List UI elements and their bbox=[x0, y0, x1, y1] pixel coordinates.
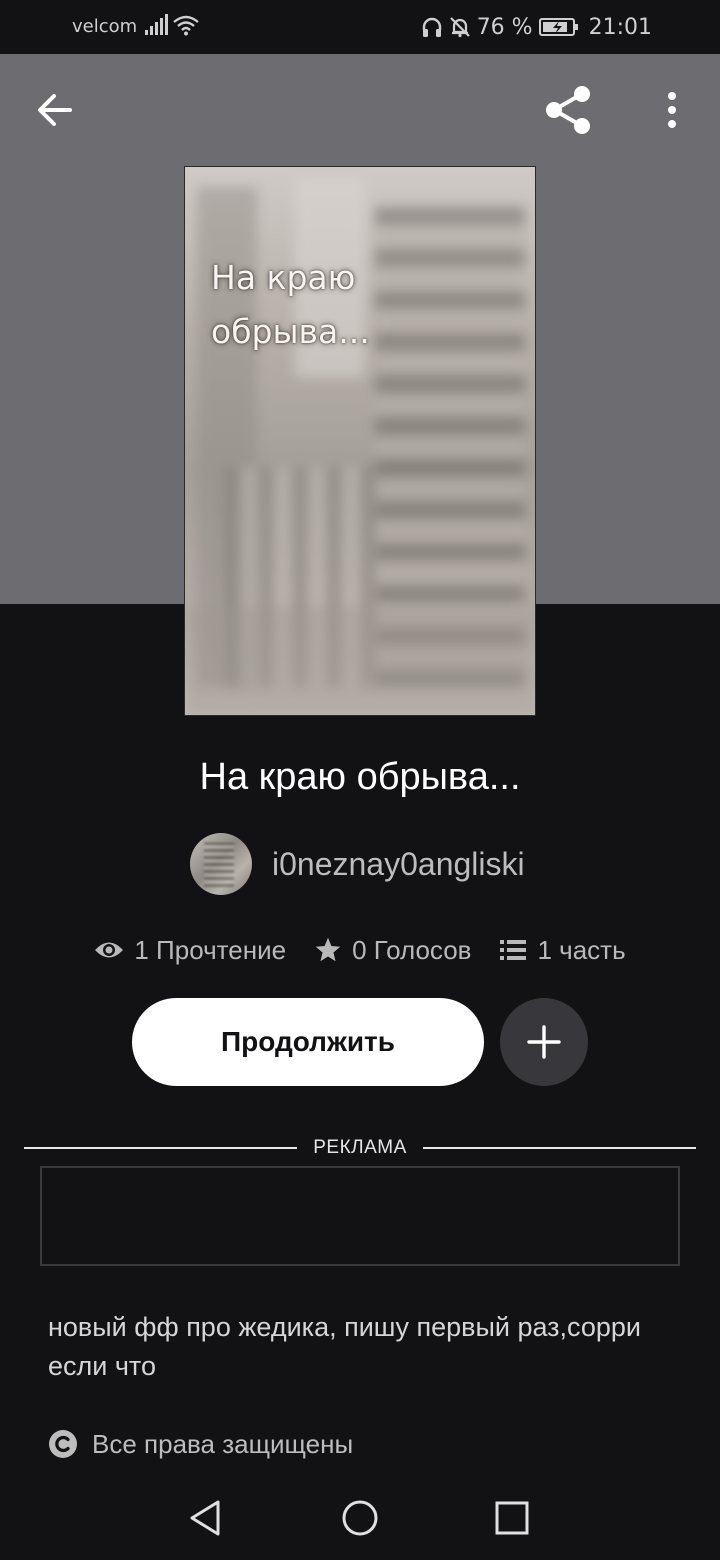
ad-label: РЕКЛАМА bbox=[313, 1137, 407, 1158]
reads-count: 1 Прочтение bbox=[134, 934, 287, 965]
author-name: i0neznay0angliski bbox=[272, 845, 525, 882]
reads-stat: 1 Прочтение bbox=[94, 935, 286, 966]
clock: 21:01 bbox=[588, 14, 652, 40]
back-button[interactable] bbox=[30, 86, 82, 134]
carrier-name: velcom bbox=[72, 16, 138, 37]
copyright-row: Все права защищены bbox=[48, 1426, 353, 1462]
headphones-icon bbox=[422, 17, 441, 37]
status-right: 76 % 21:01 bbox=[421, 12, 652, 42]
author-link[interactable]: i0neznay0angliski bbox=[190, 832, 525, 896]
plus-icon bbox=[527, 1025, 561, 1059]
parts-stat: 1 часть bbox=[499, 934, 626, 966]
copyright-icon bbox=[49, 1430, 77, 1458]
nav-home-icon[interactable] bbox=[340, 1498, 380, 1538]
status-bar: velcom 76 % 21:01 bbox=[0, 0, 720, 54]
star-icon bbox=[315, 937, 341, 962]
share-icon bbox=[546, 86, 590, 134]
story-cover[interactable]: На краю обрыва... bbox=[184, 166, 536, 716]
story-description: новый фф про жедика, пишу первый раз,сор… bbox=[48, 1312, 641, 1381]
ad-header: РЕКЛАМА bbox=[24, 1136, 696, 1160]
more-options-button[interactable] bbox=[650, 86, 694, 134]
nav-recent-apps-icon[interactable] bbox=[494, 1500, 530, 1536]
battery-percent: 76 % bbox=[476, 14, 533, 40]
battery-icon bbox=[538, 18, 578, 36]
cover-title: На краю обрыва... bbox=[211, 258, 370, 351]
wifi-icon bbox=[173, 15, 199, 36]
continue-reading-button[interactable]: Продолжить bbox=[132, 998, 484, 1086]
more-vertical-icon bbox=[668, 92, 676, 128]
divider bbox=[422, 1147, 696, 1149]
divider bbox=[24, 1147, 298, 1149]
votes-stat: 0 Голосов bbox=[314, 935, 471, 966]
ad-slot[interactable] bbox=[40, 1166, 680, 1266]
avatar bbox=[190, 833, 252, 895]
nav-back-icon[interactable] bbox=[186, 1498, 226, 1538]
signal-icon bbox=[145, 14, 168, 35]
copyright-text: Все права защищены bbox=[92, 1428, 354, 1459]
add-to-library-button[interactable] bbox=[500, 998, 588, 1086]
eye-icon bbox=[95, 942, 124, 958]
system-navigation-bar bbox=[0, 1476, 720, 1560]
bell-muted-icon bbox=[449, 17, 470, 38]
story-title: На краю обрыва... bbox=[199, 756, 521, 798]
votes-count: 0 Голосов bbox=[352, 934, 472, 965]
parts-count: 1 часть bbox=[537, 934, 626, 965]
arrow-left-icon bbox=[38, 94, 72, 126]
cover-decoration bbox=[185, 607, 535, 715]
list-icon bbox=[500, 940, 527, 960]
story-stats: 1 Прочтение 0 Голосов 1 часть bbox=[0, 928, 720, 972]
share-button[interactable] bbox=[540, 82, 596, 138]
